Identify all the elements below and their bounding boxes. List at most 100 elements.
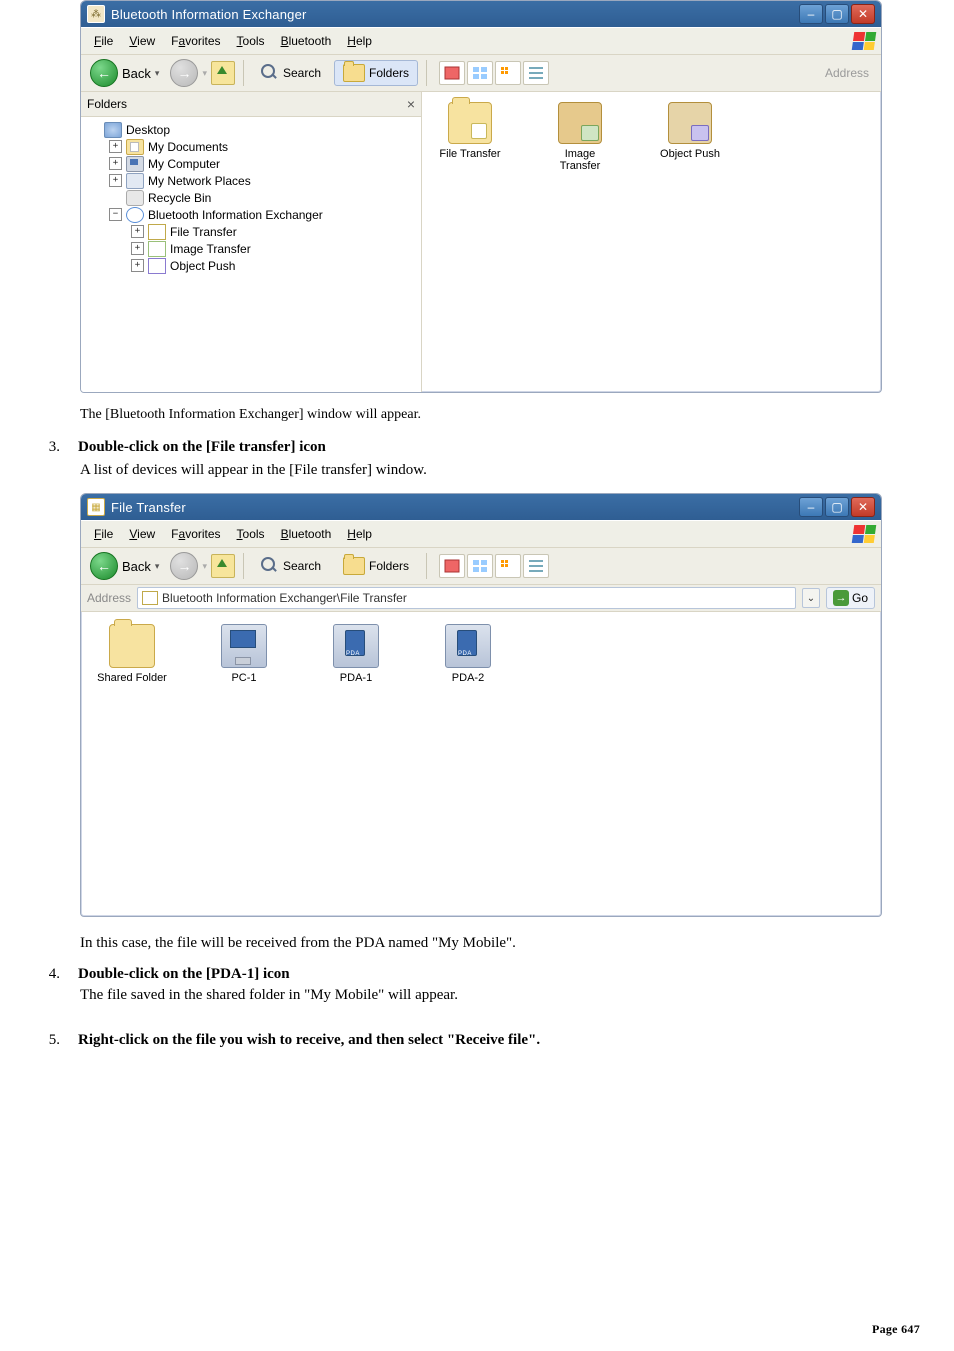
item-label: File Transfer — [439, 148, 500, 160]
expand-icon[interactable]: + — [131, 242, 144, 255]
expand-icon[interactable]: + — [109, 174, 122, 187]
tree-mycomputer[interactable]: +My Computer — [87, 155, 417, 172]
object-push-icon — [668, 102, 712, 144]
folders-pane-header: Folders × — [81, 92, 421, 117]
tree-recyclebin[interactable]: Recycle Bin — [87, 189, 417, 206]
folder-tree: Desktop +My Documents +My Computer +My N… — [81, 117, 421, 278]
menu-favorites[interactable]: Favorites — [164, 32, 227, 50]
item-label: PDA-2 — [452, 672, 484, 684]
menu-help[interactable]: Help — [340, 525, 379, 543]
address-field[interactable]: Bluetooth Information Exchanger\File Tra… — [137, 587, 796, 609]
back-dropdown-icon[interactable]: ▾ — [155, 68, 160, 79]
item-label-line1: Image — [565, 148, 596, 160]
search-icon — [261, 557, 279, 575]
go-button[interactable]: → Go — [826, 587, 875, 609]
content-pane: Shared Folder PC-1 PDA PDA-1 PDA PDA-2 — [81, 612, 881, 916]
menu-tools[interactable]: Tools — [230, 525, 272, 543]
tree-network[interactable]: +My Network Places — [87, 172, 417, 189]
titlebar[interactable]: ▦ File Transfer – ▢ ✕ — [81, 494, 881, 520]
item-object-push[interactable]: Object Push — [650, 102, 730, 160]
windows-flag-icon — [852, 32, 877, 50]
view-icons-3[interactable] — [495, 61, 521, 85]
menu-favorites[interactable]: Favorites — [164, 525, 227, 543]
up-button[interactable] — [211, 61, 235, 85]
tree-file-transfer[interactable]: +File Transfer — [87, 223, 417, 240]
view-mode-group — [439, 554, 549, 578]
menu-help[interactable]: Help — [340, 32, 379, 50]
tree-image-transfer[interactable]: +Image Transfer — [87, 240, 417, 257]
collapse-icon[interactable]: − — [109, 208, 122, 221]
recycle-bin-icon — [126, 190, 144, 206]
maximize-button[interactable]: ▢ — [825, 4, 849, 24]
forward-button[interactable]: → — [170, 552, 198, 580]
item-pda-1[interactable]: PDA PDA-1 — [315, 624, 397, 684]
view-icons-3[interactable] — [495, 554, 521, 578]
view-icons-4[interactable] — [523, 554, 549, 578]
bluetooth-app-icon: ⁂ — [87, 5, 105, 23]
item-file-transfer[interactable]: File Transfer — [430, 102, 510, 160]
expand-icon[interactable]: + — [109, 157, 122, 170]
item-label: PDA-1 — [340, 672, 372, 684]
menu-bluetooth[interactable]: Bluetooth — [274, 32, 339, 50]
folder-icon — [343, 557, 365, 575]
expand-icon[interactable]: + — [109, 140, 122, 153]
view-icons-1[interactable] — [439, 554, 465, 578]
tree-mydocs[interactable]: +My Documents — [87, 138, 417, 155]
item-pc-1[interactable]: PC-1 — [203, 624, 285, 684]
menu-view[interactable]: View — [122, 32, 162, 50]
back-button[interactable]: ← Back ▾ — [87, 549, 166, 583]
minimize-button[interactable]: – — [799, 4, 823, 24]
pda-icon: PDA — [333, 624, 379, 668]
tree-desktop[interactable]: Desktop — [87, 121, 417, 138]
folders-label: Folders — [369, 66, 409, 80]
titlebar[interactable]: ⁂ Bluetooth Information Exchanger – ▢ ✕ — [81, 1, 881, 27]
folder-icon — [343, 64, 365, 82]
item-shared-folder[interactable]: Shared Folder — [91, 624, 173, 684]
my-documents-icon — [126, 139, 144, 155]
windows-flag-icon — [852, 525, 877, 543]
folders-header-label: Folders — [87, 97, 127, 111]
address-dropdown[interactable]: ⌄ — [802, 588, 820, 608]
view-icons-4[interactable] — [523, 61, 549, 85]
menu-bluetooth[interactable]: Bluetooth — [274, 525, 339, 543]
shared-folder-icon — [109, 624, 155, 668]
tree-object-push[interactable]: +Object Push — [87, 257, 417, 274]
close-button[interactable]: ✕ — [851, 4, 875, 24]
menu-view[interactable]: View — [122, 525, 162, 543]
back-button[interactable]: ← Back ▾ — [87, 56, 166, 90]
address-label: Address — [87, 591, 131, 605]
view-icons-2[interactable] — [467, 554, 493, 578]
back-dropdown-icon[interactable]: ▾ — [155, 561, 160, 572]
image-transfer-icon — [558, 102, 602, 144]
view-icons-2[interactable] — [467, 61, 493, 85]
toolbar-separator — [243, 553, 244, 579]
pc-icon — [221, 624, 267, 668]
doc-text-after-win1: The [Bluetooth Information Exchanger] wi… — [80, 407, 924, 423]
expand-icon[interactable]: + — [131, 259, 144, 272]
file-transfer-icon — [148, 224, 166, 240]
back-label: Back — [122, 66, 151, 81]
content-pane: File Transfer Image Transfer Object Push — [422, 92, 881, 392]
folders-button[interactable]: Folders — [334, 60, 418, 86]
close-button[interactable]: ✕ — [851, 497, 875, 517]
view-icons-1[interactable] — [439, 61, 465, 85]
folders-pane-close[interactable]: × — [407, 97, 415, 111]
search-icon — [261, 64, 279, 82]
search-button[interactable]: Search — [252, 553, 330, 579]
window-file-transfer: ▦ File Transfer – ▢ ✕ File View Favorite… — [80, 493, 882, 917]
address-label: Address — [825, 66, 875, 80]
menu-file[interactable]: File — [87, 32, 120, 50]
search-button[interactable]: Search — [252, 60, 330, 86]
back-label: Back — [122, 559, 151, 574]
menu-tools[interactable]: Tools — [230, 32, 272, 50]
folders-button[interactable]: Folders — [334, 553, 418, 579]
up-button[interactable] — [211, 554, 235, 578]
forward-button[interactable]: → — [170, 59, 198, 87]
expand-icon[interactable]: + — [131, 225, 144, 238]
maximize-button[interactable]: ▢ — [825, 497, 849, 517]
item-image-transfer[interactable]: Image Transfer — [540, 102, 620, 172]
tree-bt-exchanger[interactable]: −Bluetooth Information Exchanger — [87, 206, 417, 223]
menu-file[interactable]: File — [87, 525, 120, 543]
item-pda-2[interactable]: PDA PDA-2 — [427, 624, 509, 684]
minimize-button[interactable]: – — [799, 497, 823, 517]
